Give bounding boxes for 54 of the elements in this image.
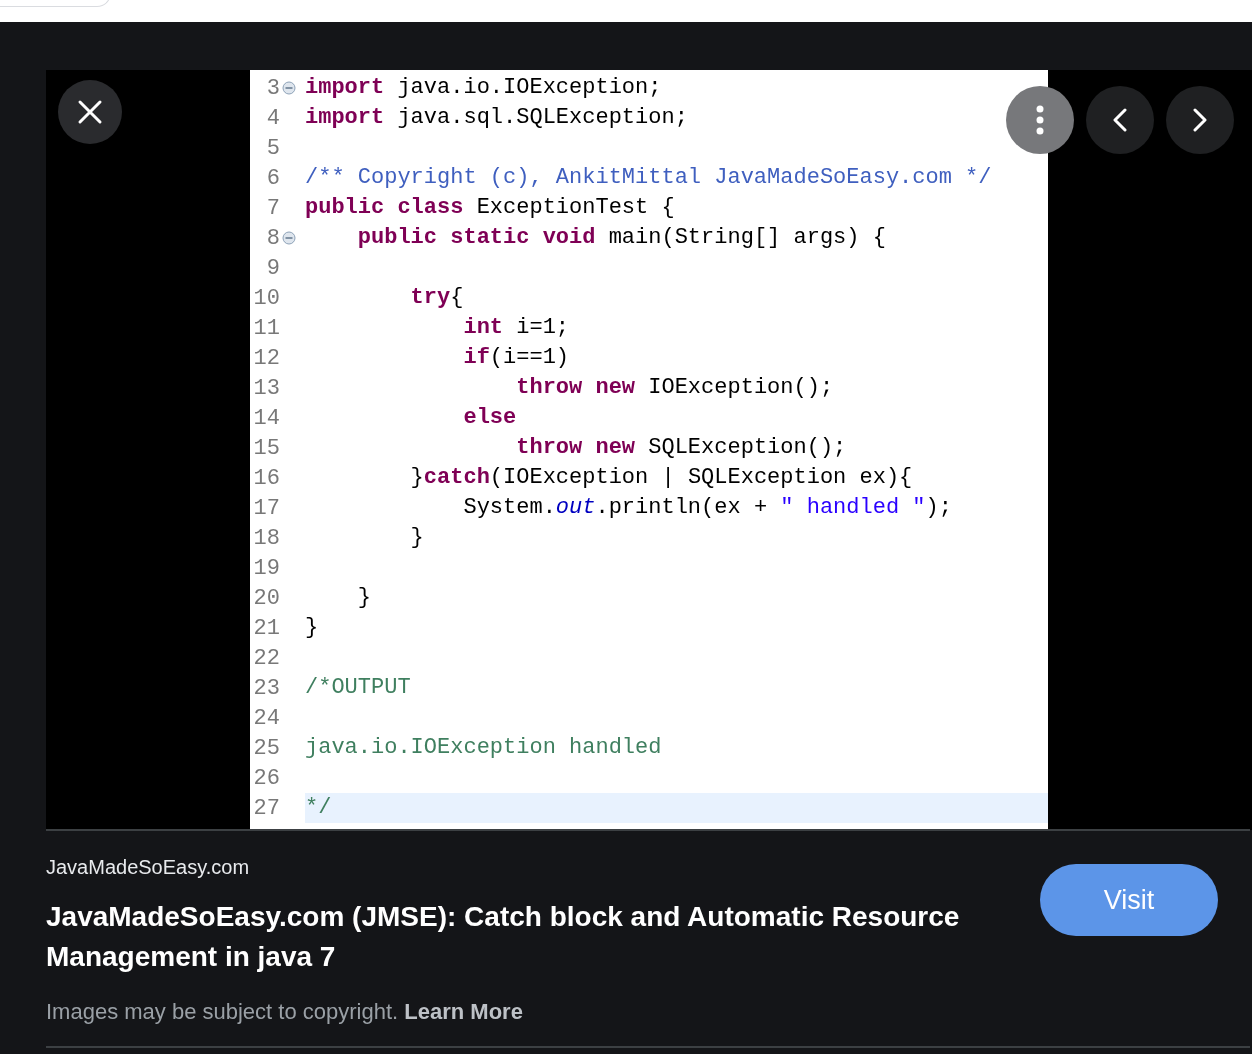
line-number: 5 xyxy=(265,135,280,161)
line-number: 23 xyxy=(252,675,280,701)
chevron-right-icon xyxy=(1193,108,1207,132)
code-line: } xyxy=(305,615,319,640)
code-line: java.io.IOException handled xyxy=(305,735,662,760)
code-line: throw new SQLException(); xyxy=(515,435,847,460)
result-title[interactable]: JavaMadeSoEasy.com (JMSE): Catch block and Automatic Resource Management in java 7 xyxy=(46,897,986,977)
code-line: } xyxy=(356,585,371,610)
line-number: 24 xyxy=(252,705,280,731)
code-line: */ xyxy=(305,795,332,820)
line-number: 9 xyxy=(265,255,280,281)
line-number: 11 xyxy=(252,315,280,341)
learn-more-link[interactable]: Learn More xyxy=(404,999,523,1024)
line-number: 27 xyxy=(252,795,280,821)
code-line: public static void main(String[] args) { xyxy=(356,225,886,250)
line-number: 20 xyxy=(252,585,280,611)
line-number: 4 xyxy=(265,105,280,131)
code-line: System.out.println(ex + " handled "); xyxy=(462,495,952,520)
close-icon xyxy=(77,99,103,125)
code-line: } xyxy=(409,525,424,550)
line-number: 14 xyxy=(252,405,280,431)
line-number: 16 xyxy=(252,465,280,491)
line-number: 8 xyxy=(265,225,280,251)
code-line: }catch(IOException | SQLException ex){ xyxy=(409,465,913,490)
more-icon xyxy=(1036,105,1044,135)
source-site: JavaMadeSoEasy.com xyxy=(46,856,251,879)
code-line: try{ xyxy=(409,285,464,310)
code-line: int i=1; xyxy=(462,315,570,340)
line-number: 15 xyxy=(252,435,280,461)
line-number: 22 xyxy=(252,645,280,671)
code-line: import java.sql.SQLException; xyxy=(305,105,688,130)
line-number: 17 xyxy=(252,495,280,521)
line-number: 12 xyxy=(252,345,280,371)
line-number: 6 xyxy=(265,165,280,191)
line-number: 7 xyxy=(265,195,280,221)
code-line: /** Copyright (c), AnkitMittal JavaMadeSoEasy.com */ xyxy=(305,165,992,190)
line-number: 21 xyxy=(252,615,280,641)
collapse-icon[interactable] xyxy=(282,231,296,245)
code-line: else xyxy=(462,405,517,430)
code-line: throw new IOException(); xyxy=(515,375,834,400)
code-line: public class ExceptionTest { xyxy=(305,195,675,220)
line-number: 3 xyxy=(265,75,280,101)
line-number: 25 xyxy=(252,735,280,761)
line-number: 26 xyxy=(252,765,280,791)
code-line: import java.io.IOException; xyxy=(305,75,662,100)
line-number: 19 xyxy=(252,555,280,581)
line-number: 18 xyxy=(252,525,280,551)
code-line: /*OUTPUT xyxy=(305,675,411,700)
copyright-notice: Images may be subject to copyright. Learn More xyxy=(46,999,524,1025)
line-number: 10 xyxy=(252,285,280,311)
code-line: if(i==1) xyxy=(462,345,570,370)
collapse-icon[interactable] xyxy=(282,81,296,95)
chevron-left-icon xyxy=(1113,108,1127,132)
line-number: 13 xyxy=(252,375,280,401)
